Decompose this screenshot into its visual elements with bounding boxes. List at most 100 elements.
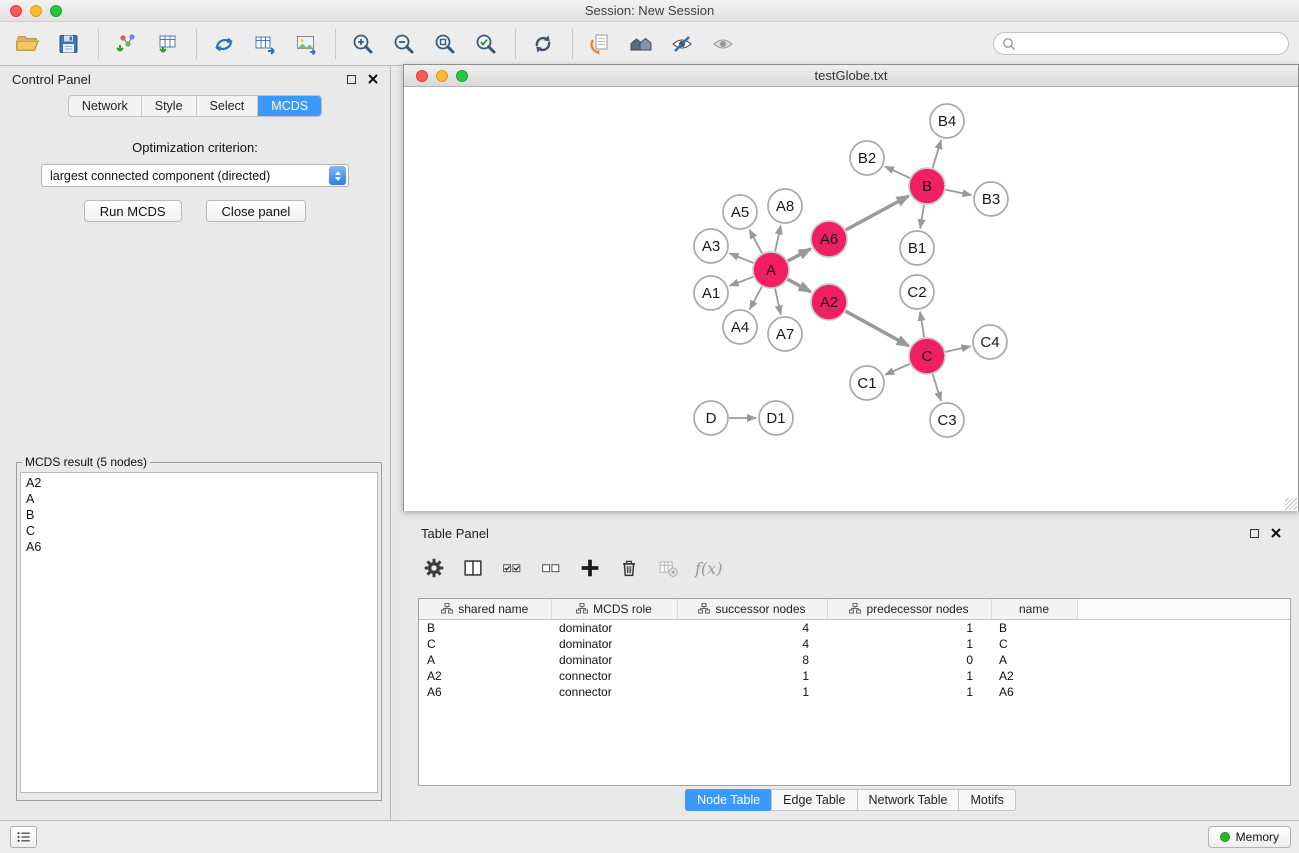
table-row[interactable]: Adominator80A [419, 652, 1290, 668]
close-panel-button[interactable]: Close panel [206, 200, 307, 222]
show-columns-button[interactable] [459, 555, 486, 582]
task-history-button[interactable] [10, 826, 37, 848]
table-panel-header: Table Panel [403, 520, 1299, 546]
float-panel-icon[interactable] [347, 75, 356, 84]
graph-node-label: C3 [937, 412, 956, 429]
result-item[interactable]: A2 [26, 475, 372, 491]
tab-edge-table[interactable]: Edge Table [771, 789, 857, 811]
tab-motifs[interactable]: Motifs [958, 789, 1015, 811]
mcds-result-legend: MCDS result (5 nodes) [22, 455, 150, 469]
delete-table-button[interactable] [654, 555, 681, 582]
table-settings-button[interactable] [420, 555, 447, 582]
run-mcds-button[interactable]: Run MCDS [84, 200, 182, 222]
graph-edge-A-A1[interactable] [730, 277, 754, 286]
home-icon [628, 31, 654, 57]
float-table-panel-icon[interactable] [1250, 529, 1259, 538]
function-builder-button[interactable]: f(x) [695, 559, 722, 578]
graph-edge-B-B1[interactable] [920, 205, 924, 229]
column-header-predecessor-nodes[interactable]: predecessor nodes [827, 599, 991, 619]
import-network-button[interactable] [110, 27, 142, 61]
graph-edge-A-A7[interactable] [775, 289, 781, 315]
zoom-fit-button[interactable] [470, 27, 502, 61]
graph-edge-A-A5[interactable] [749, 230, 762, 254]
hide-selected-button[interactable] [666, 27, 698, 61]
network-window-titlebar[interactable]: testGlobe.txt [404, 65, 1298, 87]
graph-edge-A-A8[interactable] [775, 226, 781, 252]
resize-grip[interactable] [1285, 498, 1297, 510]
add-column-button[interactable] [576, 555, 603, 582]
table-row[interactable]: Cdominator41C [419, 636, 1290, 652]
export-image-button[interactable] [290, 27, 322, 61]
close-table-panel-icon[interactable] [1271, 528, 1281, 538]
graph-edge-A6-B[interactable] [846, 196, 909, 230]
apply-layout-button[interactable] [527, 27, 559, 61]
search-box[interactable] [993, 32, 1289, 55]
import-table-icon [154, 31, 180, 57]
graph-edge-B-B4[interactable] [933, 140, 942, 168]
curved-arrows-icon [211, 31, 237, 57]
zoom-selected-button[interactable] [429, 27, 461, 61]
result-item[interactable]: A [26, 491, 372, 507]
graph-edge-B-B3[interactable] [946, 190, 972, 195]
graph-edge-C-C1[interactable] [885, 364, 910, 375]
column-header-successor-nodes[interactable]: successor nodes [677, 599, 827, 619]
document-cycle-icon [587, 31, 613, 57]
graph-edge-A-A4[interactable] [750, 287, 762, 310]
zoom-out-button[interactable] [388, 27, 420, 61]
graph-edge-A-A6[interactable] [788, 249, 811, 261]
import-table-button[interactable] [151, 27, 183, 61]
save-session-button[interactable] [53, 27, 85, 61]
close-panel-icon[interactable] [368, 74, 378, 84]
table-row[interactable]: Bdominator41B [419, 619, 1290, 636]
minimize-window-button[interactable] [30, 5, 42, 17]
tab-style[interactable]: Style [142, 96, 197, 116]
export-table-button[interactable] [249, 27, 281, 61]
zoom-in-button[interactable] [347, 27, 379, 61]
delete-column-button[interactable] [615, 555, 642, 582]
node-table-body: Bdominator41BCdominator41CAdominator80AA… [419, 619, 1290, 700]
column-header-name[interactable]: name [991, 599, 1077, 619]
graph-edge-C-C3[interactable] [933, 374, 941, 401]
tab-network[interactable]: Network [69, 96, 142, 116]
minimize-network-button[interactable] [436, 70, 448, 82]
show-all-button[interactable] [707, 27, 739, 61]
deselect-all-button[interactable] [537, 555, 564, 582]
mcds-result-list[interactable]: A2ABCA6 [20, 472, 378, 793]
tab-mcds[interactable]: MCDS [258, 96, 321, 116]
tab-select[interactable]: Select [197, 96, 259, 116]
graph-edge-C-C2[interactable] [920, 312, 924, 337]
memory-button[interactable]: Memory [1208, 826, 1291, 848]
graph-edge-B-B2[interactable] [885, 167, 910, 179]
column-type-icon [849, 603, 861, 614]
graph-edge-A-A3[interactable] [730, 253, 754, 263]
result-item[interactable]: A6 [26, 539, 372, 555]
open-session-button[interactable] [12, 27, 44, 61]
network-canvas-svg[interactable]: B4B2BB3A5A8A6A3B1AC2A1A2A4A7C4CC1DD1C3 [404, 87, 1298, 510]
result-item[interactable]: B [26, 507, 372, 523]
export-network-button[interactable] [208, 27, 240, 61]
home-views-button[interactable] [625, 27, 657, 61]
close-network-button[interactable] [416, 70, 428, 82]
column-header-mcds-role[interactable]: MCDS role [551, 599, 677, 619]
column-header-shared-name[interactable]: shared name [419, 599, 551, 619]
tab-network-table[interactable]: Network Table [857, 789, 960, 811]
close-window-button[interactable] [10, 5, 22, 17]
document-cycle-button[interactable] [584, 27, 616, 61]
tab-node-table[interactable]: Node Table [685, 789, 772, 811]
search-input[interactable] [1021, 37, 1280, 51]
graph-edge-A-A2[interactable] [788, 279, 811, 292]
result-item[interactable]: C [26, 523, 372, 539]
network-canvas[interactable]: B4B2BB3A5A8A6A3B1AC2A1A2A4A7C4CC1DD1C3 [404, 87, 1298, 511]
select-all-button[interactable] [498, 555, 525, 582]
table-row[interactable]: A2connector11A2 [419, 668, 1290, 684]
graph-edge-A2-C[interactable] [846, 311, 909, 346]
table-row[interactable]: A6connector11A6 [419, 684, 1290, 700]
delete-table-icon [656, 556, 680, 580]
criterion-dropdown[interactable]: largest connected component (directed) [41, 164, 349, 187]
toolbar-separator [335, 29, 336, 59]
zoom-network-button[interactable] [456, 70, 468, 82]
zoom-window-button[interactable] [50, 5, 62, 17]
graph-edge-C-C4[interactable] [946, 346, 971, 352]
hide-eye-icon [669, 31, 695, 57]
graph-node-label: A1 [702, 285, 720, 302]
